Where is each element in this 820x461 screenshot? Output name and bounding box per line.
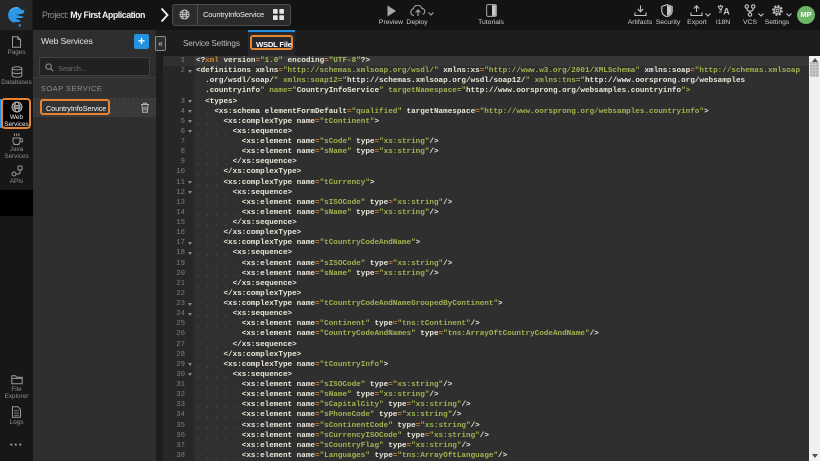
svg-text:A: A [723, 7, 730, 17]
